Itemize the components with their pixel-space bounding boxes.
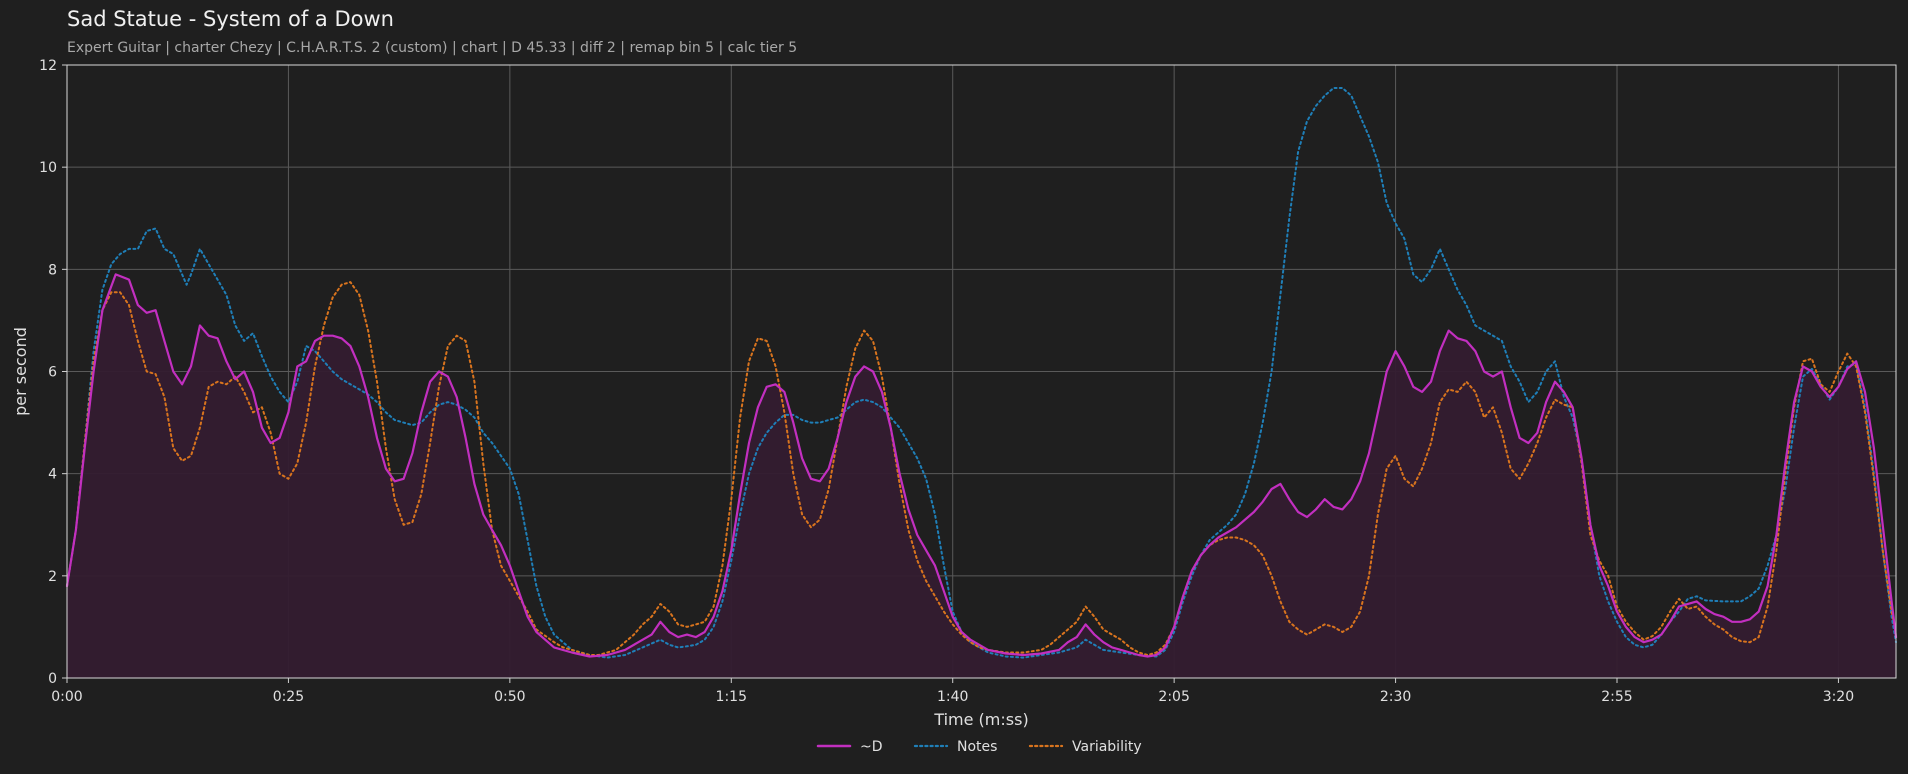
legend-label: Variability xyxy=(1072,739,1142,755)
x-tick-label: 2:05 xyxy=(1158,689,1189,705)
x-tick-label: 1:40 xyxy=(937,689,968,705)
y-tick-label: 0 xyxy=(48,671,57,687)
chart-canvas: 0:00 0:25 0:50 1:15 1:40 2:05 2:30 2:55 3:20 0 2 4 6… xyxy=(11,58,1898,755)
legend-label: ~D xyxy=(860,739,883,755)
legend-item-d[interactable]: ~D xyxy=(816,739,883,755)
y-tick-label: 4 xyxy=(48,467,57,483)
y-tick-label: 12 xyxy=(39,58,57,74)
x-tick-label: 1:15 xyxy=(716,689,747,705)
x-tick-label: 2:55 xyxy=(1601,689,1632,705)
x-tick-label: 3:20 xyxy=(1823,689,1854,705)
x-tick-label: 0:25 xyxy=(273,689,304,705)
legend-item-notes[interactable]: Notes xyxy=(913,739,997,755)
y-tick-label: 2 xyxy=(48,569,57,585)
y-tick-label: 6 xyxy=(48,365,57,381)
legend-label: Notes xyxy=(957,739,997,755)
x-tick-label: 0:00 xyxy=(51,689,82,705)
y-tick-label: 10 xyxy=(39,160,57,176)
x-tick-label: 0:50 xyxy=(494,689,525,705)
y-axis-label: per second xyxy=(11,327,30,416)
x-tick-label: 2:30 xyxy=(1380,689,1411,705)
x-axis-label: Time (m:ss) xyxy=(933,710,1028,729)
legend-item-variability[interactable]: Variability xyxy=(1028,739,1142,755)
legend[interactable]: ~D Notes Variability xyxy=(816,739,1142,755)
y-tick-label: 8 xyxy=(48,262,57,278)
